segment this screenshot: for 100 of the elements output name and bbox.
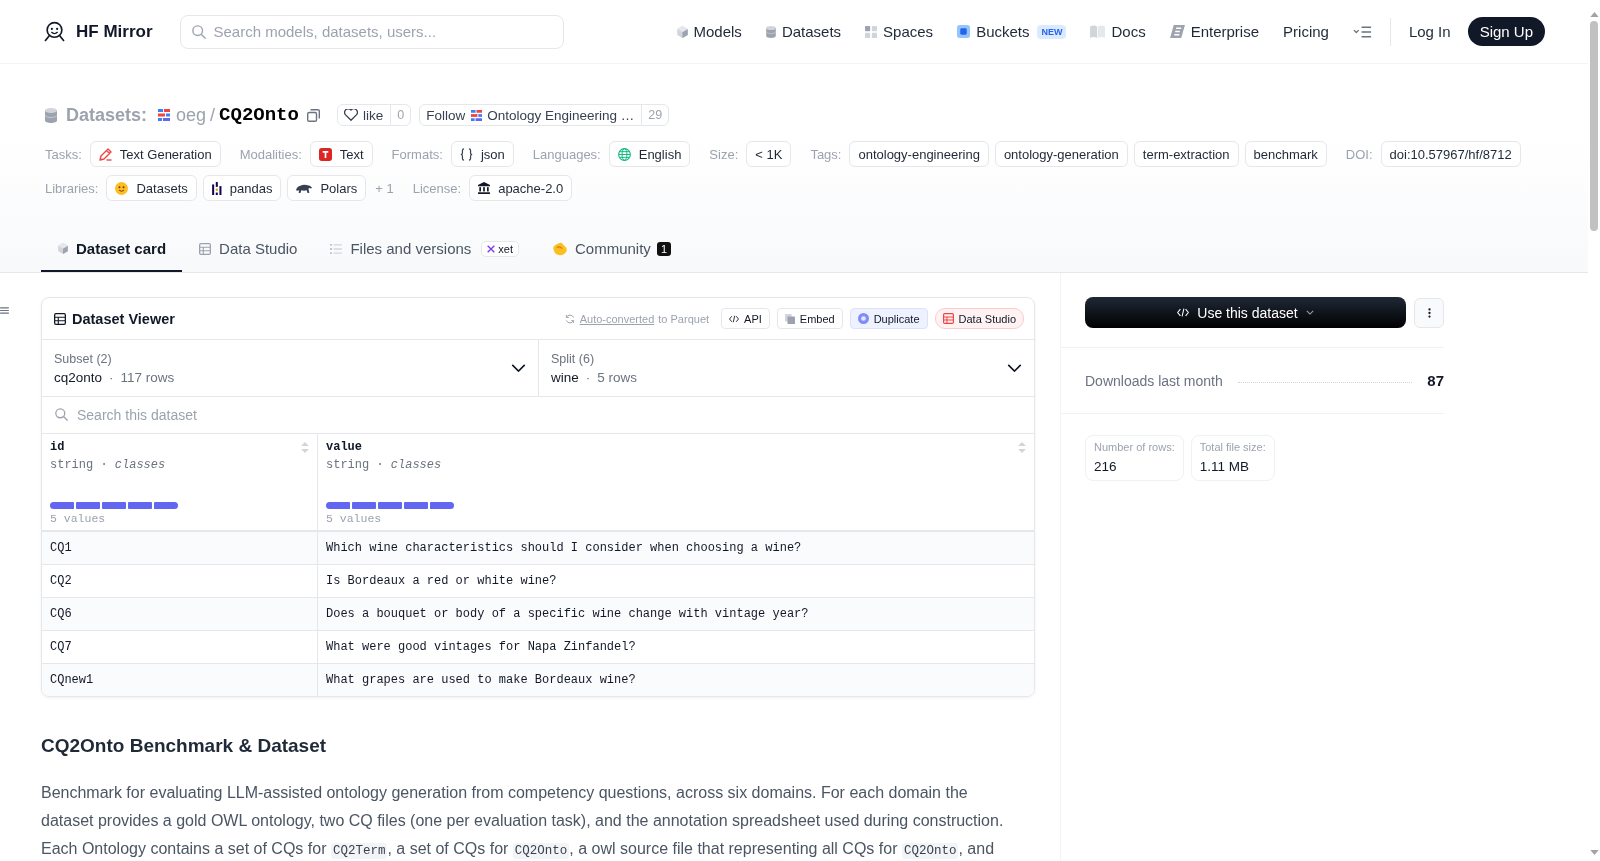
category-segment[interactable] bbox=[352, 502, 376, 509]
tab[interactable]: Files and versions xet bbox=[313, 227, 535, 272]
follow-button[interactable]: Follow Ontology Engineering … 29 bbox=[419, 104, 670, 126]
like-count: 0 bbox=[390, 105, 411, 125]
square-icon bbox=[957, 25, 971, 38]
scrollbar-thumb[interactable] bbox=[1590, 21, 1598, 231]
kebab-icon bbox=[1427, 307, 1431, 318]
globe-icon bbox=[617, 147, 631, 161]
chevron-down-icon bbox=[511, 364, 526, 372]
table-cell-text: CQ7 bbox=[49, 639, 73, 656]
metadata-label: License: bbox=[411, 180, 462, 196]
column-type: string · classes bbox=[326, 458, 443, 472]
library-tag[interactable]: pandas bbox=[202, 175, 282, 201]
more-options-button[interactable] bbox=[1414, 297, 1444, 328]
nav-link[interactable]: Docs bbox=[1090, 23, 1146, 40]
library-tag[interactable]: Polars bbox=[287, 175, 367, 201]
dropdown-label: Split (6) bbox=[551, 351, 596, 366]
sort-icon[interactable] bbox=[301, 441, 309, 453]
conversion-note: Auto-converted to Parquet bbox=[579, 312, 710, 325]
code-icon bbox=[1177, 308, 1190, 317]
nav-link[interactable]: Models bbox=[676, 23, 742, 40]
category-segment[interactable] bbox=[404, 502, 428, 509]
tab[interactable]: Data Studio bbox=[182, 227, 314, 272]
format-tag[interactable]: json bbox=[450, 141, 514, 167]
nav-link[interactable]: Buckets NEW bbox=[957, 23, 1067, 40]
scroll-up-icon[interactable] bbox=[1589, 12, 1599, 17]
size-tag[interactable]: < 1K bbox=[746, 141, 792, 167]
metadata-label: Tags: bbox=[809, 146, 842, 162]
downloads-label: Downloads last month bbox=[1085, 372, 1223, 389]
sort-icon[interactable] bbox=[1018, 441, 1026, 453]
org-logo-icon[interactable] bbox=[158, 109, 171, 121]
nav-link[interactable]: Pricing bbox=[1283, 23, 1329, 40]
like-button[interactable]: like 0 bbox=[336, 104, 412, 126]
search-icon bbox=[191, 24, 206, 39]
tag-chip[interactable]: ontology-engineering bbox=[849, 141, 989, 167]
table-cell-text: CQ2 bbox=[49, 573, 73, 590]
language-tag[interactable]: English bbox=[608, 141, 691, 167]
subset-dropdown[interactable]: Subset (2) cq2onto · 117 rows bbox=[42, 340, 538, 396]
dataset-name[interactable]: CQ2Onto bbox=[219, 104, 299, 126]
section-heading: CQ2Onto Benchmark & Dataset bbox=[41, 734, 328, 758]
nav-link[interactable]: Datasets bbox=[765, 23, 842, 40]
api-button[interactable]: API bbox=[721, 308, 770, 329]
refresh-icon bbox=[564, 313, 575, 324]
login-link[interactable]: Log In bbox=[1408, 23, 1451, 40]
brand-name[interactable]: HF Mirror bbox=[76, 21, 153, 42]
doi-tag[interactable]: doi:10.57967/hf/8712 bbox=[1380, 141, 1521, 167]
database-icon bbox=[45, 107, 57, 123]
stat-value: 216 bbox=[1094, 459, 1118, 474]
column-name[interactable]: id bbox=[50, 440, 65, 454]
table-cell: Does a bouquet or body of a specific wine change with vintage year? bbox=[317, 598, 1034, 630]
modality-tag[interactable]: Text bbox=[309, 141, 373, 167]
category-segment[interactable] bbox=[326, 502, 350, 509]
tag-chip[interactable]: ontology-generation bbox=[994, 141, 1128, 167]
metadata-label: Modalities: bbox=[238, 146, 302, 162]
tag-chip[interactable]: benchmark bbox=[1244, 141, 1327, 167]
task-tag[interactable]: Text Generation bbox=[89, 141, 221, 167]
menu-icon[interactable] bbox=[0, 307, 9, 314]
library-tag[interactable]: Datasets bbox=[106, 175, 197, 201]
use-dataset-button[interactable]: Use this dataset bbox=[1085, 297, 1406, 328]
category-segment[interactable] bbox=[128, 502, 152, 509]
grid-icon bbox=[865, 25, 878, 38]
separator: · bbox=[109, 369, 114, 385]
category-segment[interactable] bbox=[50, 502, 74, 509]
row-count: 5 rows bbox=[597, 369, 638, 385]
search-field[interactable]: Search models, datasets, users... bbox=[179, 14, 564, 49]
pages-icon bbox=[784, 313, 795, 324]
category-segment[interactable] bbox=[430, 502, 454, 509]
nav-link[interactable]: Enterprise bbox=[1169, 23, 1260, 40]
embed-button[interactable]: Embed bbox=[776, 308, 843, 329]
tab[interactable]: Community 1 bbox=[535, 227, 687, 272]
stat-label: Total file size: bbox=[1199, 441, 1266, 453]
data-studio-button[interactable]: Data Studio bbox=[934, 308, 1024, 329]
menu-icon[interactable] bbox=[1352, 25, 1372, 38]
notification-count: 1 bbox=[656, 241, 671, 256]
signup-button[interactable]: Sign Up bbox=[1467, 17, 1545, 46]
logo-icon[interactable] bbox=[44, 21, 65, 42]
braces-icon bbox=[459, 147, 473, 161]
column-name[interactable]: value bbox=[326, 440, 362, 454]
follower-count: 29 bbox=[641, 105, 669, 125]
tile-icon bbox=[1169, 25, 1185, 38]
org-logo-icon bbox=[471, 109, 483, 121]
table-icon bbox=[54, 312, 66, 325]
category-segment[interactable] bbox=[102, 502, 126, 509]
category-segment[interactable] bbox=[154, 502, 178, 509]
category-segment[interactable] bbox=[76, 502, 100, 509]
tab[interactable]: Dataset card bbox=[41, 227, 183, 272]
license-tag[interactable]: apache-2.0 bbox=[469, 175, 573, 201]
table-cell-text: CQnew1 bbox=[49, 672, 95, 689]
scroll-down-icon[interactable] bbox=[1589, 850, 1599, 855]
copy-icon[interactable] bbox=[306, 108, 320, 122]
tag-chip[interactable]: term-extraction bbox=[1133, 141, 1239, 167]
metadata-label: Size: bbox=[708, 146, 739, 162]
path-separator: / bbox=[210, 104, 216, 126]
category-segment[interactable] bbox=[378, 502, 402, 509]
smiley-icon bbox=[115, 181, 129, 195]
table-cell-text: CQ6 bbox=[49, 606, 73, 623]
search-field[interactable]: Search this dataset bbox=[42, 396, 1034, 433]
nav-link[interactable]: Spaces bbox=[865, 23, 934, 40]
duplicate-button[interactable]: Duplicate bbox=[849, 308, 928, 329]
pencil-icon bbox=[98, 147, 112, 161]
